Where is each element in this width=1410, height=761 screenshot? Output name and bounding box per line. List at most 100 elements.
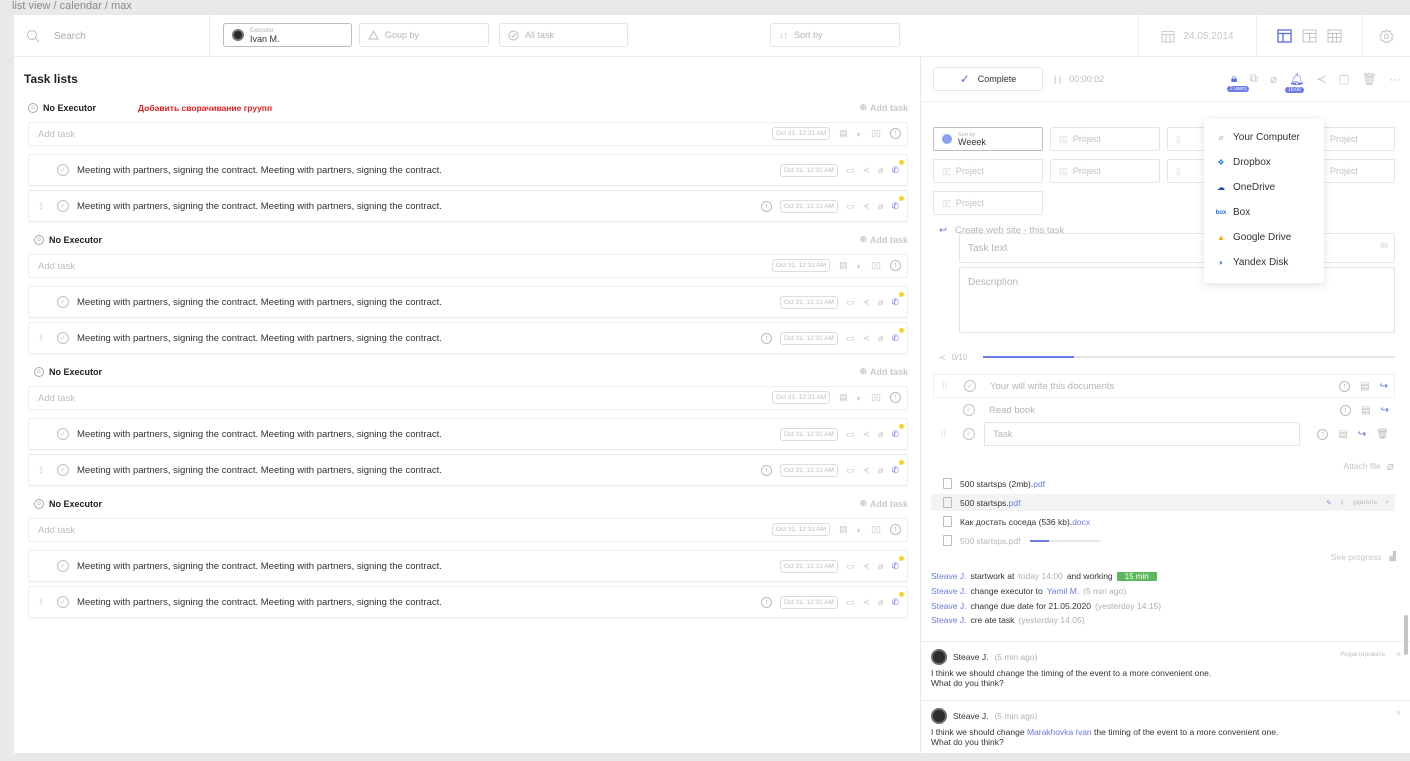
columns-icon[interactable]: ▯▯: [871, 128, 881, 139]
due-date[interactable]: Oct 31, 12:31 AM: [771, 523, 831, 536]
toggle-icon[interactable]: ◐: [857, 129, 862, 139]
priority-icon[interactable]: ↑: [1317, 428, 1329, 440]
add-task-link[interactable]: ⊕ Add task: [859, 102, 908, 113]
comment-author[interactable]: Steave J.: [953, 711, 988, 721]
due-date[interactable]: Oct 31, 12:31 AM: [779, 332, 838, 345]
project-field[interactable]: ▯▯ Project: [1050, 159, 1160, 183]
due-date[interactable]: Oct 31, 12:31 AM: [771, 127, 831, 140]
menu-item-onedrive[interactable]: ☁ OneDrive: [1204, 175, 1324, 200]
activity-user[interactable]: Steave J.: [931, 586, 966, 596]
close-icon[interactable]: ×: [1396, 649, 1401, 659]
lock-button[interactable]: 🔒︎ 2 users: [1226, 71, 1250, 92]
calendar-view-icon[interactable]: [1327, 29, 1342, 43]
paperclip-icon[interactable]: ⌀: [878, 465, 883, 476]
calendar-icon[interactable]: ▤: [1361, 405, 1370, 416]
task-row[interactable]: ⁞⁞ ✓ Meeting with partners, signing the …: [28, 322, 908, 354]
due-date[interactable]: Oct 31, 12:31 AM: [779, 428, 838, 441]
phone-icon[interactable]: ✆: [891, 597, 899, 608]
menu-item-your-computer[interactable]: ⌀ Your Computer: [1204, 125, 1324, 150]
subtask-row[interactable]: ⁞⁞ ✓ Your will write this documents ↑ ▤ ↪: [933, 374, 1395, 398]
activity-user[interactable]: Steave J.: [931, 601, 966, 611]
group-by-select[interactable]: Goup by: [359, 23, 489, 47]
calendar-icon[interactable]: ▤: [839, 260, 848, 271]
file-row[interactable]: 500 startsps. pdf ✎ ⇩ удалить ×: [931, 494, 1395, 511]
calendar-icon[interactable]: ▤: [839, 128, 848, 139]
close-icon[interactable]: ×: [1396, 708, 1401, 718]
task-row[interactable]: ⁞⁞ ✓ Meeting with partners, signing the …: [28, 586, 908, 618]
date-picker[interactable]: 24.05.2014: [1138, 15, 1256, 57]
phone-icon[interactable]: ✆: [891, 465, 899, 476]
chat-icon[interactable]: ▭: [846, 165, 855, 176]
drag-handle-icon[interactable]: ⁞⁞: [933, 429, 951, 439]
menu-item-yandex-disk[interactable]: ◗ Yandex Disk: [1204, 250, 1324, 275]
task-row[interactable]: ✓ Meeting with partners, signing the con…: [28, 154, 908, 186]
task-row[interactable]: ✓ Meeting with partners, signing the con…: [28, 550, 908, 582]
share-icon[interactable]: ≺: [862, 429, 870, 440]
group-header[interactable]: ☺ No Executor: [34, 232, 102, 248]
priority-icon[interactable]: ↑: [890, 524, 901, 535]
paperclip-icon[interactable]: ⌀: [878, 597, 883, 608]
toggle-icon[interactable]: ◐: [857, 261, 862, 271]
repeat-icon[interactable]: ↪: [1380, 381, 1388, 392]
share-icon[interactable]: ≺: [862, 597, 870, 608]
trash-icon[interactable]: 🗑︎: [1362, 72, 1377, 86]
add-task-input[interactable]: Add task Oct 31, 12:31 AM ▤ ◐ ▯▯ ↑: [28, 386, 908, 410]
activity-link[interactable]: Yamil M.: [1047, 586, 1079, 596]
repeat-icon[interactable]: ↪: [1381, 405, 1389, 416]
all-task-filter[interactable]: All task: [499, 23, 628, 47]
paperclip-icon[interactable]: ⌀: [1270, 72, 1277, 86]
task-row[interactable]: ⁞⁞ ✓ Meeting with partners, signing the …: [28, 190, 908, 222]
calendar-icon[interactable]: ▤: [1360, 381, 1369, 392]
task-row[interactable]: ⁞⁞ ✓ Meeting with partners, signing the …: [28, 454, 908, 486]
paperclip-icon[interactable]: ⌀: [878, 333, 883, 344]
paperclip-icon[interactable]: ⌀: [878, 201, 883, 212]
check-circle-icon[interactable]: ✓: [57, 560, 69, 572]
check-circle-icon[interactable]: ✓: [57, 464, 69, 476]
timer[interactable]: | | 00:00:02: [1054, 74, 1104, 84]
phone-icon[interactable]: ✆: [891, 333, 899, 344]
share-icon[interactable]: ≺: [862, 297, 870, 308]
project-field[interactable]: ▯▯ Project: [1050, 127, 1160, 151]
menu-item-google-drive[interactable]: ▲ Google Drive: [1204, 225, 1324, 250]
share-icon[interactable]: ≺: [862, 165, 870, 176]
check-circle-icon[interactable]: ✓: [964, 380, 976, 392]
project-field[interactable]: ▯▯ Project: [933, 159, 1043, 183]
project-field[interactable]: ▯: [1167, 159, 1207, 183]
priority-icon[interactable]: ↑: [760, 465, 772, 476]
task-text-input[interactable]: Task text 88: [959, 233, 1395, 263]
copy-icon[interactable]: ⧉: [1249, 71, 1258, 86]
project-field[interactable]: Project: [1321, 127, 1395, 151]
group-header[interactable]: ☺ No Executor Добавить сворачивание груу…: [28, 100, 272, 116]
priority-icon[interactable]: ↑: [1340, 404, 1352, 416]
phone-icon[interactable]: ✆: [891, 429, 899, 440]
paperclip-icon[interactable]: ⌀: [878, 429, 883, 440]
check-circle-icon[interactable]: ✓: [963, 428, 975, 440]
drag-handle-icon[interactable]: ⁞⁞: [39, 597, 49, 607]
paperclip-icon[interactable]: ⌀: [878, 297, 883, 308]
check-circle-icon[interactable]: ✓: [57, 596, 69, 608]
chat-icon[interactable]: ▭: [846, 597, 855, 608]
add-task-input[interactable]: Add task Oct 31, 12:31 AM ▤ ◐ ▯▯ ↑: [28, 518, 908, 542]
check-circle-icon[interactable]: ✓: [963, 404, 975, 416]
complete-button[interactable]: ✓ Complete: [933, 67, 1043, 91]
chat-icon[interactable]: ▭: [846, 561, 855, 572]
settings-button[interactable]: [1362, 15, 1410, 57]
check-circle-icon[interactable]: ✓: [57, 428, 69, 440]
calendar-icon[interactable]: ▤: [839, 392, 848, 403]
check-circle-icon[interactable]: ✓: [57, 200, 69, 212]
share-icon[interactable]: ≺: [862, 333, 870, 344]
group-header[interactable]: ☺ No Executor: [34, 364, 102, 380]
chat-icon[interactable]: ▭: [846, 201, 855, 212]
add-task-input[interactable]: Add task Oct 31, 12:31 AM ▤ ◐ ▯▯ ↑: [28, 122, 908, 146]
chat-icon[interactable]: ▭: [846, 465, 855, 476]
add-task-link[interactable]: ⊕ Add task: [859, 366, 908, 377]
toggle-icon[interactable]: ◐: [857, 525, 862, 535]
sort-by-select[interactable]: ↓↑ Sort by: [770, 23, 900, 47]
menu-item-dropbox[interactable]: ❖ Dropbox: [1204, 150, 1324, 175]
alarm-button[interactable]: 🔔︎ 16:00: [1285, 72, 1304, 93]
due-date[interactable]: Oct 31, 12:31 AM: [771, 391, 831, 404]
calendar-icon[interactable]: ▤: [1338, 429, 1347, 440]
phone-icon[interactable]: ✆: [891, 165, 899, 176]
add-task-input[interactable]: Add task Oct 31, 12:31 AM ▤ ◐ ▯▯ ↑: [28, 254, 908, 278]
calendar-icon[interactable]: ▤: [839, 524, 848, 535]
